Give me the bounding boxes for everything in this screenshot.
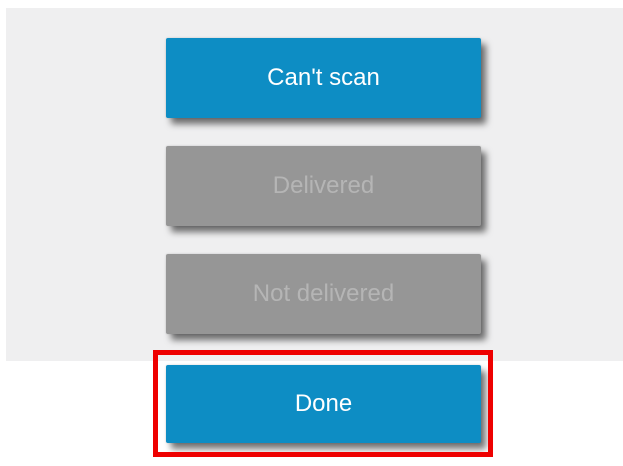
done-button[interactable]: Done xyxy=(166,365,481,443)
not-delivered-button: Not delivered xyxy=(166,254,481,334)
delivery-action-screen: Can't scan Delivered Not delivered Done xyxy=(0,0,623,466)
delivered-button: Delivered xyxy=(166,146,481,226)
cant-scan-button[interactable]: Can't scan xyxy=(166,38,481,118)
